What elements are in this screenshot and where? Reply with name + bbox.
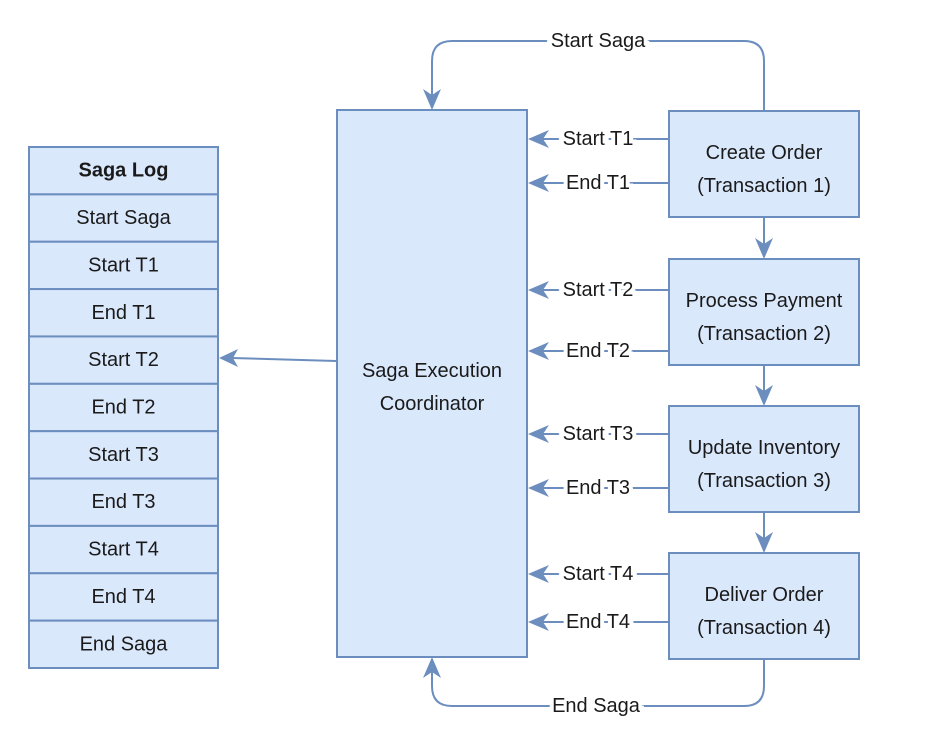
saga-log-row: Start T1 bbox=[28, 240, 219, 291]
saga-log-row: End T4 bbox=[28, 572, 219, 622]
saga-log-entry: Start T4 bbox=[88, 539, 159, 561]
saga-log-entry: Start Saga bbox=[76, 207, 171, 229]
end-saga-label: End Saga bbox=[552, 695, 641, 717]
start-t4-arrow: Start T4 bbox=[528, 559, 668, 589]
saga-log-row: Start Saga bbox=[28, 193, 219, 243]
saga-log-row: Start T2 bbox=[28, 335, 219, 385]
saga-log-entry: Start T1 bbox=[88, 254, 159, 276]
end-t4-label: End T4 bbox=[566, 611, 630, 633]
transaction-number: (Transaction 1) bbox=[697, 175, 831, 197]
end-t3-arrow: End T3 bbox=[528, 473, 668, 503]
transaction-number: (Transaction 4) bbox=[697, 617, 831, 639]
transaction-box bbox=[668, 110, 860, 218]
start-t3-label: Start T3 bbox=[563, 423, 634, 445]
transaction-number: (Transaction 2) bbox=[697, 323, 831, 345]
start-t3-arrow: Start T3 bbox=[528, 419, 668, 449]
next-transaction-arrow bbox=[755, 512, 773, 553]
transaction-box bbox=[668, 258, 860, 366]
saga-log-entry: Start T2 bbox=[88, 349, 159, 371]
saga-log-entry: End T4 bbox=[91, 586, 155, 608]
start-t2-arrow: Start T2 bbox=[528, 275, 668, 305]
saga-log-entry: End T1 bbox=[91, 302, 155, 324]
saga-log-table: Saga Log Start Saga Start T1 End T1 Start T2… bbox=[28, 146, 219, 669]
transaction-box bbox=[668, 552, 860, 660]
saga-log-entry: End Saga bbox=[80, 633, 169, 655]
transaction-3: Update Inventory (Transaction 3) Start T3 E… bbox=[528, 405, 860, 553]
transaction-box bbox=[668, 405, 860, 513]
coordinator-to-log-arrow bbox=[219, 349, 337, 367]
saga-log-row: Start T3 bbox=[28, 430, 219, 480]
saga-diagram: Saga Log Start Saga Start T1 End T1 Start T2… bbox=[28, 26, 860, 721]
saga-log-entry: Start T3 bbox=[88, 444, 159, 466]
saga-log-header: Saga Log bbox=[28, 146, 219, 196]
transaction-2: Process Payment (Transaction 2) Start T2 En… bbox=[528, 258, 860, 406]
start-saga-loop: Start Saga bbox=[423, 26, 765, 110]
end-t4-arrow: End T4 bbox=[528, 607, 668, 637]
transaction-number: (Transaction 3) bbox=[697, 470, 831, 492]
transaction-name: Deliver Order bbox=[705, 584, 824, 606]
saga-log-title: Saga Log bbox=[78, 160, 168, 182]
end-t2-label: End T2 bbox=[566, 340, 630, 362]
end-saga-loop: End Saga bbox=[423, 657, 765, 721]
start-t1-arrow: Start T1 bbox=[528, 124, 668, 154]
transaction-name: Process Payment bbox=[686, 290, 843, 312]
start-t1-label: Start T1 bbox=[563, 128, 634, 150]
saga-log-entry: End T2 bbox=[91, 397, 155, 419]
saga-log-row: End Saga bbox=[28, 619, 219, 669]
next-transaction-arrow bbox=[755, 365, 773, 406]
saga-log-row: End T1 bbox=[28, 288, 219, 338]
coordinator-label-line2: Coordinator bbox=[380, 393, 485, 415]
start-t4-label: Start T4 bbox=[563, 563, 634, 585]
next-transaction-arrow bbox=[755, 217, 773, 259]
transaction-name: Update Inventory bbox=[688, 437, 840, 459]
transactions: Create Order (Transaction 1) Start T1 End T… bbox=[528, 110, 860, 660]
end-t1-label: End T1 bbox=[566, 172, 630, 194]
saga-log-row: Start T4 bbox=[28, 524, 219, 575]
transaction-name: Create Order bbox=[706, 142, 823, 164]
saga-execution-coordinator: Saga Execution Coordinator bbox=[336, 109, 528, 658]
start-saga-label: Start Saga bbox=[551, 30, 646, 52]
transaction-1: Create Order (Transaction 1) Start T1 End T… bbox=[528, 110, 860, 259]
transaction-4: Deliver Order (Transaction 4) Start T4 End … bbox=[528, 552, 860, 660]
saga-log-row: End T3 bbox=[28, 477, 219, 527]
end-t3-label: End T3 bbox=[566, 477, 630, 499]
coordinator-label-line1: Saga Execution bbox=[362, 360, 502, 382]
end-t1-arrow: End T1 bbox=[528, 168, 668, 198]
saga-log-entry: End T3 bbox=[91, 491, 155, 513]
end-t2-arrow: End T2 bbox=[528, 336, 668, 366]
start-t2-label: Start T2 bbox=[563, 279, 634, 301]
saga-log-row: End T2 bbox=[28, 382, 219, 433]
